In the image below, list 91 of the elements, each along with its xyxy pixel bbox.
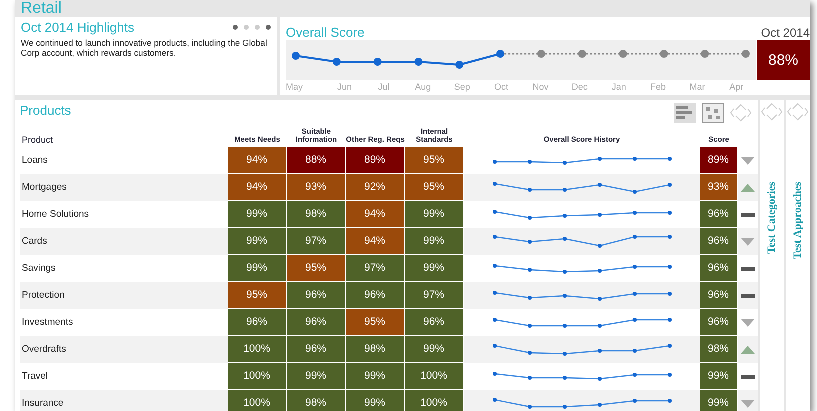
pager-dot[interactable] <box>233 25 238 30</box>
metric-cell: 96% <box>287 309 346 336</box>
product-name: Savings <box>21 263 56 274</box>
metric-cell: 95% <box>287 255 346 282</box>
month-label: Feb <box>650 81 668 92</box>
month-label: Apr <box>728 81 745 92</box>
score-cell: 93% <box>700 174 738 201</box>
panel-title: Overall Score <box>286 25 365 40</box>
product-name: Investments <box>21 317 74 328</box>
product-name: Protection <box>21 290 65 301</box>
metric-cell: 92% <box>346 174 405 201</box>
score-cell: 89% <box>700 147 738 174</box>
metric-cell: 99% <box>346 363 405 390</box>
metric-cell: 96% <box>287 336 346 363</box>
pager-dot[interactable] <box>255 25 260 30</box>
metric-cell: 99% <box>228 228 287 255</box>
score-cell: 96% <box>700 228 738 255</box>
pager-dot[interactable] <box>266 25 271 30</box>
metric-cell: 95% <box>228 282 287 309</box>
metric-cell: 100% <box>228 363 287 390</box>
product-name: Insurance <box>21 398 64 409</box>
score-cell: 98% <box>700 336 738 363</box>
score-cell: 96% <box>700 309 738 336</box>
column-header: Product <box>21 136 54 147</box>
metric-cell: 100% <box>405 363 464 390</box>
score-cell: 99% <box>700 390 738 411</box>
metric-cell: 96% <box>228 309 287 336</box>
score-cell: 96% <box>700 255 738 282</box>
diamond-arrows-icon[interactable] <box>730 103 752 123</box>
month-label: Nov <box>532 81 550 92</box>
month-label: May <box>286 81 304 92</box>
pager-dot[interactable] <box>244 25 249 30</box>
overall-score-value: 88% <box>757 40 810 80</box>
product-name: Cards <box>21 236 48 247</box>
diamond-arrows-icon[interactable] <box>761 102 783 122</box>
metric-cell: 94% <box>228 174 287 201</box>
month-label: Jun <box>336 81 354 92</box>
metric-cell: 97% <box>405 282 464 309</box>
metric-cell: 96% <box>287 282 346 309</box>
metric-cell: 95% <box>405 174 464 201</box>
metric-cell: 94% <box>346 228 405 255</box>
metric-cell: 99% <box>405 255 464 282</box>
grid-icon[interactable] <box>702 103 724 123</box>
metric-cell: 98% <box>287 390 346 411</box>
period-label: Oct 2014 <box>761 26 810 40</box>
month-label: Jul <box>377 81 391 92</box>
metric-cell: 97% <box>346 255 405 282</box>
metric-cell: 99% <box>228 255 287 282</box>
score-cell: 96% <box>700 282 738 309</box>
metric-cell: 100% <box>405 390 464 411</box>
side-tab[interactable]: Test Approaches <box>792 182 804 260</box>
score-cell: 99% <box>700 363 738 390</box>
metric-cell: 96% <box>405 309 464 336</box>
metric-cell: 100% <box>228 336 287 363</box>
metric-cell: 99% <box>405 228 464 255</box>
side-tab[interactable]: Test Categories <box>766 182 778 254</box>
month-label: Dec <box>570 81 589 92</box>
highlights-text: We continued to launch innovative products, including the Global Corp account, which rewards customers. <box>21 38 268 58</box>
bar-list-icon[interactable] <box>674 103 696 123</box>
panel-title: Products <box>20 103 72 120</box>
metric-cell: 88% <box>287 147 346 174</box>
metric-cell: 94% <box>346 201 405 228</box>
metric-cell: 97% <box>287 228 346 255</box>
panel-title: Oct 2014 Highlights <box>21 20 134 35</box>
product-name: Home Solutions <box>21 209 90 220</box>
product-name: Mortgages <box>21 182 67 193</box>
product-name: Travel <box>21 371 48 382</box>
month-label: Jan <box>610 81 628 92</box>
metric-cell: 99% <box>405 336 464 363</box>
diamond-arrows-icon[interactable] <box>787 102 809 122</box>
metric-cell: 99% <box>346 390 405 411</box>
metric-cell: 99% <box>287 363 346 390</box>
month-label: Mar <box>688 81 706 92</box>
metric-cell: 95% <box>405 147 464 174</box>
metric-cell: 100% <box>228 390 287 411</box>
product-name: Loans <box>21 155 48 166</box>
metric-cell: 89% <box>346 147 405 174</box>
product-name: Overdrafts <box>21 344 66 355</box>
month-label: Oct <box>494 81 510 92</box>
metric-cell: 99% <box>228 201 287 228</box>
page-title: Retail <box>21 1 62 17</box>
metric-cell: 98% <box>287 201 346 228</box>
score-cell: 96% <box>700 201 738 228</box>
month-label: Sep <box>453 81 472 92</box>
metric-cell: 98% <box>346 336 405 363</box>
metric-cell: 93% <box>287 174 346 201</box>
metric-cell: 95% <box>346 309 405 336</box>
metric-cell: 96% <box>346 282 405 309</box>
metric-cell: 99% <box>405 201 464 228</box>
metric-cell: 94% <box>228 147 287 174</box>
month-label: Aug <box>414 81 432 92</box>
